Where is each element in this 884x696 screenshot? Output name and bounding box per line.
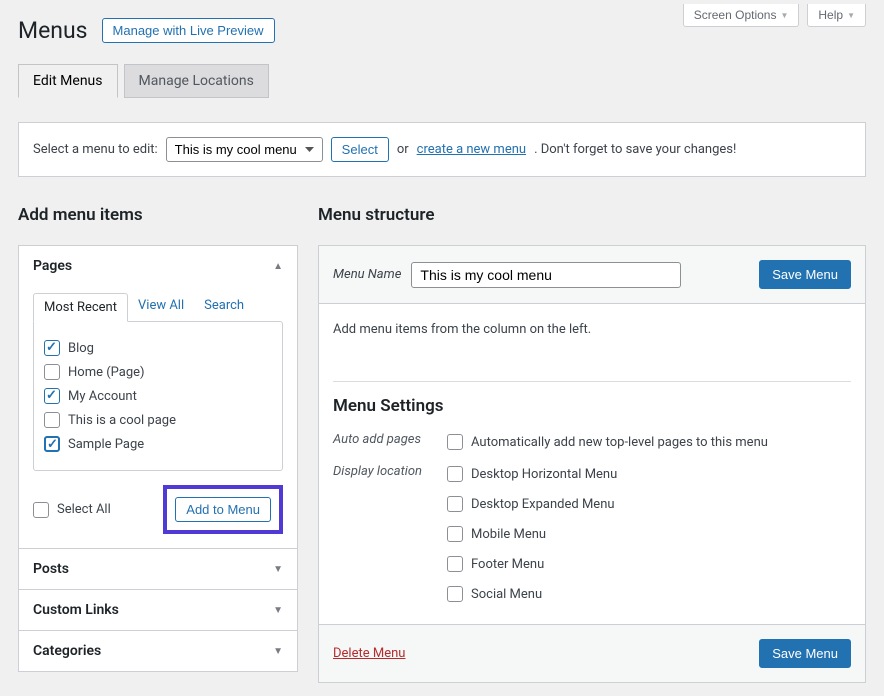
caret-down-icon: ▼ — [273, 646, 283, 657]
auto-add-option[interactable]: Automatically add new top-level pages to… — [447, 430, 768, 454]
page-title: Menus — [18, 17, 88, 44]
accordion-pages[interactable]: Pages ▲ — [19, 246, 297, 286]
page-item[interactable]: Home (Page) — [44, 360, 272, 384]
highlight-box: Add to Menu — [163, 485, 283, 534]
subtab-view-all[interactable]: View All — [128, 292, 194, 321]
caret-down-icon: ▼ — [847, 11, 855, 20]
page-item[interactable]: Sample Page — [44, 432, 272, 456]
location-label: Mobile Menu — [471, 527, 546, 542]
menu-select[interactable]: This is my cool menu — [166, 137, 323, 162]
location-option[interactable]: Social Menu — [447, 582, 617, 606]
select-all-checkbox[interactable] — [33, 502, 49, 518]
select-all-label: Select All — [57, 502, 111, 517]
page-label: This is a cool page — [68, 413, 176, 428]
page-item[interactable]: Blog — [44, 336, 272, 360]
auto-add-text: Automatically add new top-level pages to… — [471, 435, 768, 450]
screen-options-button[interactable]: Screen Options ▼ — [683, 4, 800, 27]
menu-name-label: Menu Name — [333, 267, 401, 282]
page-checkbox[interactable] — [44, 340, 60, 356]
save-menu-button-bottom[interactable]: Save Menu — [759, 639, 851, 668]
page-item[interactable]: This is a cool page — [44, 408, 272, 432]
location-checkbox[interactable] — [447, 496, 463, 512]
accordion-posts[interactable]: Posts ▼ — [19, 548, 297, 589]
page-label: Sample Page — [68, 437, 144, 452]
auto-add-checkbox[interactable] — [447, 434, 463, 450]
location-option[interactable]: Footer Menu — [447, 552, 617, 576]
caret-down-icon: ▼ — [780, 11, 788, 20]
page-item[interactable]: My Account — [44, 384, 272, 408]
page-checkbox[interactable] — [44, 364, 60, 380]
help-button[interactable]: Help ▼ — [807, 4, 866, 27]
help-label: Help — [818, 8, 843, 22]
select-menu-label: Select a menu to edit: — [33, 142, 158, 157]
page-checkbox[interactable] — [44, 412, 60, 428]
accordion-categories-label: Categories — [33, 643, 101, 659]
caret-up-icon: ▲ — [273, 261, 283, 272]
caret-down-icon: ▼ — [273, 564, 283, 575]
menu-name-input[interactable] — [411, 262, 681, 288]
select-button[interactable]: Select — [331, 137, 389, 162]
add-to-menu-button[interactable]: Add to Menu — [175, 497, 271, 522]
location-label: Desktop Expanded Menu — [471, 497, 615, 512]
screen-options-label: Screen Options — [694, 8, 777, 22]
subtab-most-recent[interactable]: Most Recent — [33, 293, 128, 322]
location-label: Social Menu — [471, 587, 542, 602]
accordion-custom-links-label: Custom Links — [33, 602, 119, 618]
accordion-pages-label: Pages — [33, 258, 72, 274]
select-menu-bar: Select a menu to edit: This is my cool m… — [18, 122, 866, 177]
location-checkbox[interactable] — [447, 556, 463, 572]
accordion-custom-links[interactable]: Custom Links ▼ — [19, 589, 297, 630]
display-location-label: Display location — [333, 462, 433, 479]
location-option[interactable]: Mobile Menu — [447, 522, 617, 546]
page-label: Blog — [68, 341, 94, 356]
auto-add-label: Auto add pages — [333, 430, 433, 447]
page-label: Home (Page) — [68, 365, 145, 380]
tab-manage-locations[interactable]: Manage Locations — [124, 64, 269, 98]
location-checkbox[interactable] — [447, 526, 463, 542]
caret-down-icon: ▼ — [273, 605, 283, 616]
page-checkbox[interactable] — [44, 436, 60, 452]
select-all[interactable]: Select All — [33, 498, 111, 522]
menu-settings-heading: Menu Settings — [333, 396, 851, 416]
accordion-categories[interactable]: Categories ▼ — [19, 630, 297, 671]
location-label: Desktop Horizontal Menu — [471, 467, 617, 482]
live-preview-button[interactable]: Manage with Live Preview — [102, 18, 275, 43]
page-label: My Account — [68, 389, 137, 404]
location-checkbox[interactable] — [447, 586, 463, 602]
delete-menu-link[interactable]: Delete Menu — [333, 646, 405, 661]
save-menu-button-top[interactable]: Save Menu — [759, 260, 851, 289]
tab-edit-menus[interactable]: Edit Menus — [18, 64, 118, 98]
location-label: Footer Menu — [471, 557, 544, 572]
subtab-search[interactable]: Search — [194, 292, 254, 321]
add-items-heading: Add menu items — [18, 205, 298, 225]
create-new-menu-link[interactable]: create a new menu — [417, 142, 526, 157]
accordion-posts-label: Posts — [33, 561, 69, 577]
location-checkbox[interactable] — [447, 466, 463, 482]
menu-structure-heading: Menu structure — [318, 205, 866, 225]
help-text: Add menu items from the column on the le… — [333, 322, 851, 337]
after-text: . Don't forget to save your changes! — [534, 142, 736, 157]
location-option[interactable]: Desktop Expanded Menu — [447, 492, 617, 516]
location-option[interactable]: Desktop Horizontal Menu — [447, 462, 617, 486]
page-checkbox[interactable] — [44, 388, 60, 404]
or-text: or — [397, 142, 409, 157]
